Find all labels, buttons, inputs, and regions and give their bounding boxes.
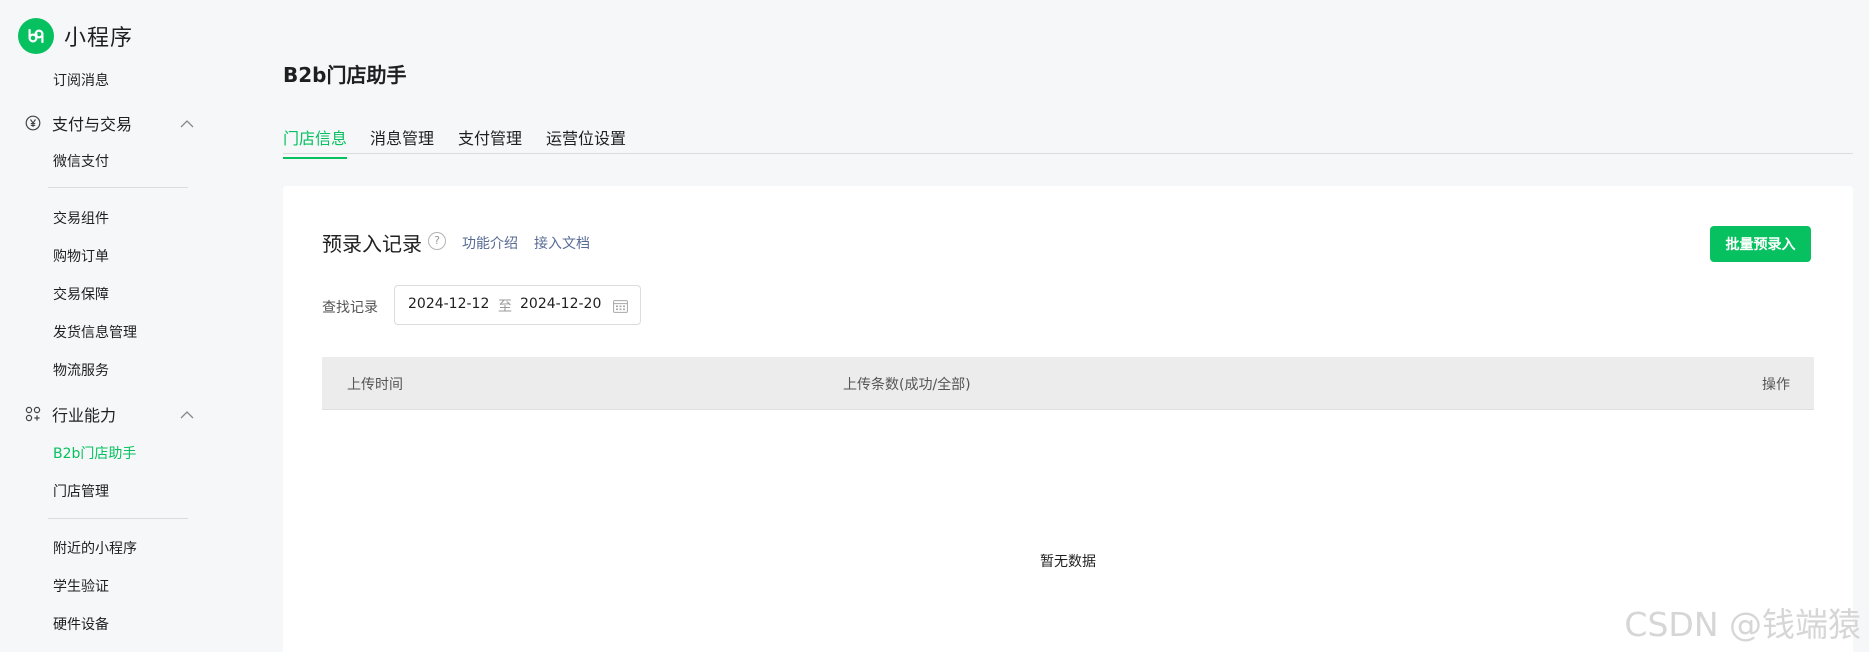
sidebar-item-student-verification[interactable]: 学生验证 (53, 576, 109, 596)
tab-store-info[interactable]: 门店信息 (283, 125, 348, 159)
sidebar-item-logistics[interactable]: 物流服务 (53, 360, 109, 380)
sidebar-item-hardware[interactable]: 硬件设备 (53, 614, 109, 634)
sidebar-item-orders[interactable]: 购物订单 (53, 246, 109, 266)
content-card: 预录入记录 ? 功能介绍 接入文档 批量预录入 查找记录 2024-12-12 … (283, 186, 1853, 652)
sidebar-item-b2b-store-assistant[interactable]: B2b门店助手 (53, 443, 136, 463)
end-date-input[interactable]: 2024-12-20 (520, 296, 601, 312)
sidebar-item-shipping-info[interactable]: 发货信息管理 (53, 322, 137, 342)
sidebar-item-trade-guarantee[interactable]: 交易保障 (53, 284, 109, 304)
brand[interactable]: 小程序 (18, 18, 133, 54)
column-header-actions: 操作 (1762, 377, 1790, 393)
column-header-upload-count: 上传条数(成功/全部) (843, 377, 971, 393)
tab-message-management[interactable]: 消息管理 (370, 125, 434, 157)
start-date-input[interactable]: 2024-12-12 (408, 296, 489, 312)
industry-icon (24, 405, 42, 423)
sidebar-item-subscribe-message[interactable]: 订阅消息 (53, 70, 109, 90)
sidebar-item-trade-component[interactable]: 交易组件 (53, 208, 109, 228)
mini-program-logo-icon (18, 18, 54, 54)
sidebar-group-label: 行业能力 (52, 406, 117, 425)
sidebar-group-label: 支付与交易 (52, 115, 133, 134)
date-range-separator: 至 (498, 299, 512, 315)
chevron-up-icon (180, 410, 194, 419)
empty-state-text: 暂无数据 (1040, 554, 1096, 570)
sidebar-item-wechat-pay[interactable]: 微信支付 (53, 151, 109, 171)
tab-bar: 门店信息 消息管理 支付管理 运营位设置 (283, 122, 1853, 159)
help-icon[interactable]: ? (428, 232, 446, 250)
table-header: 上传时间 上传条数(成功/全部) 操作 (322, 357, 1814, 410)
date-range-picker[interactable]: 2024-12-12 至 2024-12-20 (394, 285, 641, 325)
sidebar-group-payment[interactable]: 支付与交易 (24, 111, 194, 135)
chevron-up-icon (180, 119, 194, 128)
sidebar-divider (48, 518, 188, 519)
yen-circle-icon (24, 114, 42, 132)
section-title: 预录入记录 (322, 232, 422, 256)
brand-title: 小程序 (64, 26, 134, 51)
filter-label: 查找记录 (322, 300, 378, 316)
sidebar: 小程序 订阅消息 支付与交易 微信支付 交易组件 购物订单 交易保障 发货信息管… (0, 0, 215, 652)
sidebar-group-industry[interactable]: 行业能力 (24, 402, 194, 426)
batch-pre-entry-button[interactable]: 批量预录入 (1710, 226, 1811, 262)
page-title: B2b门店助手 (283, 63, 407, 87)
sidebar-divider (48, 187, 188, 188)
watermark: CSDN @钱端猿 (1624, 605, 1861, 644)
feature-intro-link[interactable]: 功能介绍 (462, 233, 518, 253)
sidebar-item-nearby-mini-programs[interactable]: 附近的小程序 (53, 538, 137, 558)
sidebar-item-store-management[interactable]: 门店管理 (53, 481, 109, 501)
tab-operation-slot-settings[interactable]: 运营位设置 (546, 125, 626, 157)
column-header-upload-time: 上传时间 (347, 377, 403, 393)
tab-payment-management[interactable]: 支付管理 (458, 125, 522, 157)
integration-docs-link[interactable]: 接入文档 (534, 233, 590, 253)
calendar-icon[interactable] (613, 298, 628, 317)
